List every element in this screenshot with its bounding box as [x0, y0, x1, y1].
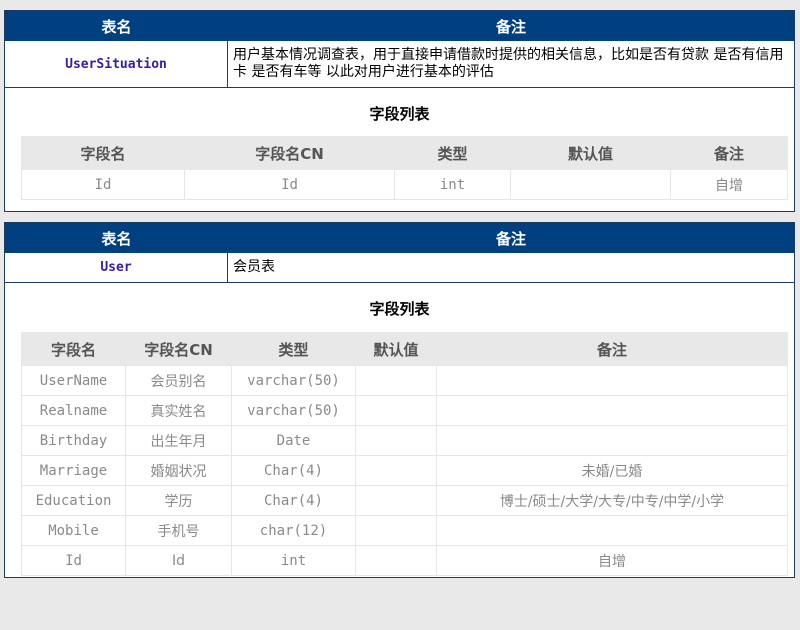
- table-name: User: [5, 253, 228, 282]
- cell-default: [355, 365, 437, 396]
- table-info-row: User 会员表: [5, 253, 794, 283]
- field-list-title: 字段列表: [369, 300, 430, 318]
- cell-field-cn: 出生年月: [125, 425, 232, 456]
- cell-field: Birthday: [21, 425, 126, 456]
- cell-default: [355, 425, 437, 456]
- column-header: 默认值: [510, 136, 671, 170]
- table-note: 用户基本情况调查表，用于直接申请借款时提供的相关信息，比如是否有贷款 是否有信用…: [233, 47, 784, 80]
- table-row: Realname 真实姓名 varchar(50): [21, 395, 788, 426]
- field-list-title: 字段列表: [369, 105, 430, 123]
- table-card-user: 表名 备注 User 会员表 字段列表 字段名 字段名CN 类型 默认值 备注 …: [4, 222, 795, 578]
- table-row: Id Id int 自增: [21, 169, 788, 200]
- fields-header-row: 字段名 字段名CN 类型 默认值 备注: [21, 136, 788, 170]
- table-row: Birthday 出生年月 Date: [21, 425, 788, 456]
- column-header: 类型: [394, 136, 511, 170]
- cell-field: Id: [21, 169, 185, 200]
- cell-default: [355, 545, 437, 576]
- cell-field: Mobile: [21, 515, 126, 546]
- column-header: 备注: [670, 136, 788, 170]
- table-name-header: 表名: [101, 17, 132, 36]
- table-row: Education 学历 Char(4) 博士/硕士/大学/大专/中专/中学/小学: [21, 485, 788, 516]
- cell-type: char(12): [231, 515, 356, 546]
- column-header: 字段名CN: [125, 332, 232, 366]
- cell-default: [355, 485, 437, 516]
- cell-type: int: [231, 545, 356, 576]
- cell-type: int: [394, 169, 511, 200]
- cell-note: 博士/硕士/大学/大专/中专/中学/小学: [436, 485, 788, 516]
- cell-field: Id: [21, 545, 126, 576]
- cell-default: [355, 515, 437, 546]
- cell-field-cn: Id: [184, 169, 395, 200]
- fields-table: 字段名 字段名CN 类型 默认值 备注 Id Id int 自增: [21, 136, 788, 200]
- cell-default: [510, 169, 671, 200]
- column-header: 备注: [436, 332, 788, 366]
- cell-note: 自增: [670, 169, 788, 200]
- cell-field-cn: 学历: [125, 485, 232, 516]
- fields-table: 字段名 字段名CN 类型 默认值 备注 UserName 会员别名 varchar(…: [21, 332, 788, 576]
- column-header: 字段名: [21, 136, 185, 170]
- cell-note: [436, 515, 788, 546]
- column-header: 默认值: [355, 332, 437, 366]
- cell-note: [436, 365, 788, 396]
- card-header: 表名 备注: [5, 223, 794, 253]
- cell-note: [436, 425, 788, 456]
- cell-field: Realname: [21, 395, 126, 426]
- cell-type: Date: [231, 425, 356, 456]
- note-header: 备注: [495, 229, 526, 248]
- cell-note: 未婚/已婚: [436, 455, 788, 486]
- cell-field-cn: 真实姓名: [125, 395, 232, 426]
- table-name: UserSituation: [5, 41, 228, 87]
- table-row: UserName 会员别名 varchar(50): [21, 365, 788, 396]
- cell-default: [355, 395, 437, 426]
- table-card-usersituation: 表名 备注 UserSituation 用户基本情况调查表，用于直接申请借款时提…: [4, 10, 795, 212]
- cell-note: 自增: [436, 545, 788, 576]
- note-header: 备注: [495, 17, 526, 36]
- cell-field-cn: Id: [125, 545, 232, 576]
- table-row: Mobile 手机号 char(12): [21, 515, 788, 546]
- table-info-row: UserSituation 用户基本情况调查表，用于直接申请借款时提供的相关信息…: [5, 41, 794, 88]
- cell-type: Char(4): [231, 455, 356, 486]
- cell-note: [436, 395, 788, 426]
- table-row: Marriage 婚姻状况 Char(4) 未婚/已婚: [21, 455, 788, 486]
- cell-field: UserName: [21, 365, 126, 396]
- cell-field-cn: 会员别名: [125, 365, 232, 396]
- cell-type: varchar(50): [231, 395, 356, 426]
- table-row: Id Id int 自增: [21, 545, 788, 576]
- fields-header-row: 字段名 字段名CN 类型 默认值 备注: [21, 332, 788, 366]
- column-header: 类型: [231, 332, 356, 366]
- cell-field: Education: [21, 485, 126, 516]
- cell-type: varchar(50): [231, 365, 356, 396]
- table-note: 会员表: [233, 259, 275, 275]
- cell-default: [355, 455, 437, 486]
- column-header: 字段名: [21, 332, 126, 366]
- column-header: 字段名CN: [184, 136, 395, 170]
- cell-field-cn: 手机号: [125, 515, 232, 546]
- cell-type: Char(4): [231, 485, 356, 516]
- cell-field: Marriage: [21, 455, 126, 486]
- cell-field-cn: 婚姻状况: [125, 455, 232, 486]
- card-header: 表名 备注: [5, 11, 794, 41]
- table-name-header: 表名: [101, 229, 132, 248]
